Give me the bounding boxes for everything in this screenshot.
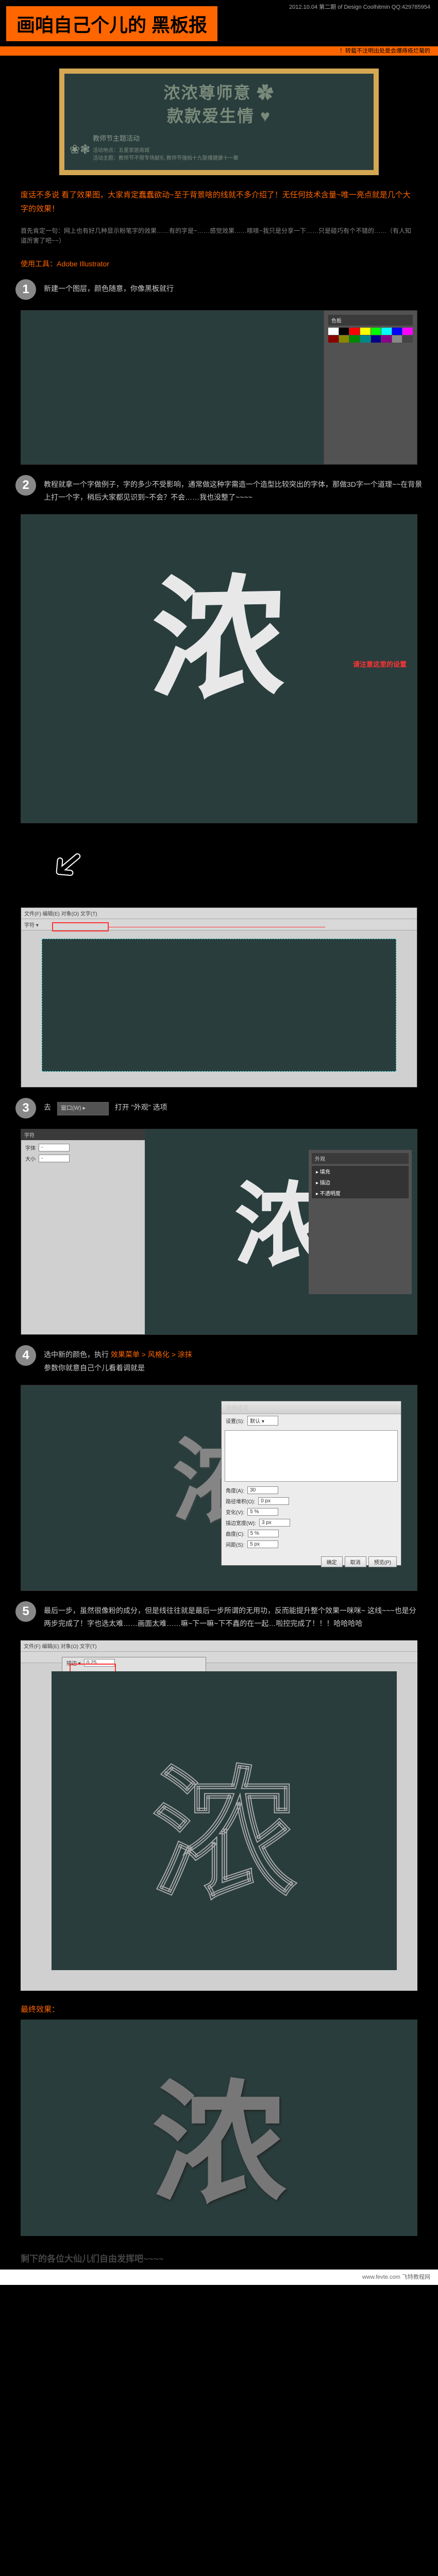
step-4: 4 选中新的颜色，执行 效果菜单 > 风格化 > 涂抹 参数你就意自己个儿看着调… (15, 1345, 423, 1374)
option-row: 字体- (21, 1142, 145, 1153)
canvas-area: 浓 外观 ▸ 填充 ▸ 描边 ▸ 不透明度 (145, 1129, 417, 1334)
swatch-item[interactable] (392, 328, 402, 335)
spacing-input[interactable]: 5 px (247, 1540, 278, 1548)
step-badge: 5 (15, 1601, 36, 1622)
screenshot-4: 浓 涂抹选项 设置(S):默认 ▾ 角度(A):30 路径堆积(O):0 px … (21, 1385, 417, 1591)
blackboard-line1: 浓浓尊师意 (164, 83, 251, 102)
swatch-item[interactable] (328, 328, 339, 335)
tutorial-page: 2012.10.04 第二期 of Design Coolhitmin QQ:4… (0, 0, 438, 2285)
step-3: 3 去 窗口(W) ▸ 打开 "外观" 选项 (15, 1098, 423, 1118)
canvas-area: 浓 (52, 1671, 397, 1970)
swatch-item[interactable] (328, 335, 339, 343)
footer-text: www.fevte.com 飞特教程网 (362, 2274, 430, 2280)
swatch-item[interactable] (371, 328, 381, 335)
swatch-item[interactable] (402, 328, 413, 335)
swatch-item[interactable] (381, 328, 392, 335)
page-title: 画咱自己个儿的 黑板报 (6, 6, 217, 41)
canvas-area (21, 311, 324, 464)
step-5: 5 最后一步，虽然很像粉的成分，但是线往往就是最后一步所谓的无用功，反而能提升整… (15, 1601, 423, 1630)
font-dropdown[interactable]: 字符 ▾ (24, 921, 39, 928)
step-badge: 3 (15, 1098, 36, 1118)
cancel-button[interactable]: 取消 (345, 1556, 366, 1567)
preview-checkbox[interactable]: 预览(P) (368, 1556, 397, 1567)
swatch-item[interactable] (360, 328, 370, 335)
curve-input[interactable]: 5 % (248, 1530, 279, 1537)
blackboard-preview: ❀❃ 浓浓尊师意 ✿ 款款爱生情 ♥ 教师节主题活动 活动地点：五星家居商城 活… (59, 69, 379, 175)
path-input[interactable]: 0 px (258, 1497, 289, 1505)
blackboard-meta1: 活动地点：五星家居商城 (93, 147, 366, 155)
intro-main: 废话不多说 看了效果图，大家肯定蠢蠢欲动~至于背景啥的线就不多介绍了！无任何技术… (21, 188, 417, 216)
intro-sub: 首先肯定一句：网上也有好几种显示粉笔字的效果……有的字是~……感觉效果……咳咳~… (21, 226, 417, 246)
step-badge: 2 (15, 475, 36, 496)
swatch-item[interactable] (381, 335, 392, 343)
swatch-item[interactable] (349, 335, 360, 343)
final-result: 浓 (21, 2020, 417, 2236)
var-input[interactable]: 5 % (247, 1508, 278, 1516)
appearance-panel: 外观 ▸ 填充 ▸ 描边 ▸ 不透明度 (309, 1150, 412, 1294)
callout-text: 请注意这里的设置 (353, 659, 407, 669)
char-panel-header: 字符 (21, 1129, 145, 1140)
swatch-header: 色板 (328, 315, 413, 326)
tool-label: 使用工具：Adobe Illustrator (21, 259, 417, 269)
screenshot-2: 浓 请注意这里的设置 (21, 514, 417, 823)
step-badge: 1 (15, 279, 36, 300)
appearance-row[interactable]: ▸ 填充 (312, 1166, 409, 1177)
angle-input[interactable]: 30 (247, 1486, 278, 1494)
step-1: 1 新建一个图层，颜色随意，你像黑板就行 (15, 279, 423, 300)
step3-text: 去 窗口(W) ▸ 打开 "外观" 选项 (44, 1098, 423, 1115)
char-panel-ui: 字符 字体- 大小- (21, 1129, 145, 1334)
swatch-item[interactable] (349, 328, 360, 335)
swatch-item[interactable] (392, 335, 402, 343)
step5-text: 最后一步，虽然很像粉的成分，但是线往往就是最后一步所谓的无用功，反而能提升整个效… (44, 1601, 423, 1630)
highlight-annotation (52, 922, 109, 931)
menu-path-box: 窗口(W) ▸ (57, 1102, 109, 1115)
page-header: 2012.10.04 第二期 of Design Coolhitmin QQ:4… (0, 0, 438, 46)
swatch-item[interactable] (371, 335, 381, 343)
app-menubar[interactable]: 文件(F) 编辑(E) 对象(O) 文字(T) (21, 908, 417, 919)
blackboard-meta2: 活动主题：教师节不限专场献礼 教师节强档十九联播健康十一聚 (93, 155, 366, 162)
swatch-item[interactable] (360, 335, 370, 343)
header-strip: ！转载不注明出处是会爆痔疮烂菊的 (0, 46, 438, 56)
sample-char: 浓 (18, 512, 421, 728)
arrow-icon: ➜ (40, 836, 97, 895)
swatch-panel: 色板 (324, 311, 417, 464)
header-meta: 2012.10.04 第二期 of Design Coolhitmin QQ:4… (289, 3, 430, 11)
flower-icon: ❀❃ (70, 142, 90, 157)
stroke-input[interactable]: 3 px (259, 1519, 290, 1527)
sample-char-outline: 浓 (52, 1671, 397, 1927)
appearance-row[interactable]: ▸ 描边 (312, 1177, 409, 1188)
final-char: 浓 (21, 2020, 417, 2229)
step-badge: 4 (15, 1345, 36, 1366)
preview-area (225, 1430, 398, 1482)
step4-text: 选中新的颜色，执行 效果菜单 > 风格化 > 涂抹 参数你就意自己个儿看着调就是 (44, 1345, 423, 1374)
step-2: 2 教程就拿一个字做例子，字的多少不受影响，通常做这种字需造一个造型比较突出的字… (15, 475, 423, 504)
swatch-grid (328, 328, 413, 343)
step1-text: 新建一个图层，颜色随意，你像黑板就行 (44, 279, 423, 295)
swatch-item[interactable] (402, 335, 413, 343)
option-row: 大小- (21, 1153, 145, 1164)
canvas-bounds (42, 939, 396, 1072)
step2-text: 教程就拿一个字做例子，字的多少不受影响，通常做这种字需造一个造型比较突出的字体，… (44, 475, 423, 504)
app-menubar[interactable]: 文件(F) 编辑(E) 对象(O) 文字(T) (21, 1640, 417, 1652)
ok-button[interactable]: 确定 (321, 1556, 343, 1567)
swatch-item[interactable] (339, 335, 349, 343)
appearance-row[interactable]: ▸ 不透明度 (312, 1188, 409, 1198)
swatch-item[interactable] (339, 328, 349, 335)
preset-dropdown[interactable]: 默认 ▾ (247, 1416, 278, 1426)
screenshot-1: 色板 (21, 310, 417, 465)
final-label: 最终效果： (21, 2004, 417, 2014)
dialog-title: 涂抹选项 (222, 1401, 401, 1414)
scribble-dialog: 涂抹选项 设置(S):默认 ▾ 角度(A):30 路径堆积(O):0 px 变化… (221, 1401, 401, 1566)
blackboard-line2: 款款爱生情 (167, 107, 255, 125)
screenshot-2b: 文件(F) 编辑(E) 对象(O) 文字(T) 字符 ▾ (21, 907, 417, 1088)
final-tail: 剩下的各位大仙儿们自由发挥吧~~~~ (21, 2251, 417, 2264)
screenshot-3: 字符 字体- 大小- 浓 外观 ▸ 填充 ▸ 描边 ▸ 不透明度 (21, 1129, 417, 1335)
blackboard-subtitle: 教师节主题活动 (93, 133, 366, 143)
footer: www.fevte.com 飞特教程网 (0, 2269, 438, 2285)
screenshot-5: 文件(F) 编辑(E) 对象(O) 文字(T) 描边 ▾0.25 浓 (21, 1640, 417, 1991)
